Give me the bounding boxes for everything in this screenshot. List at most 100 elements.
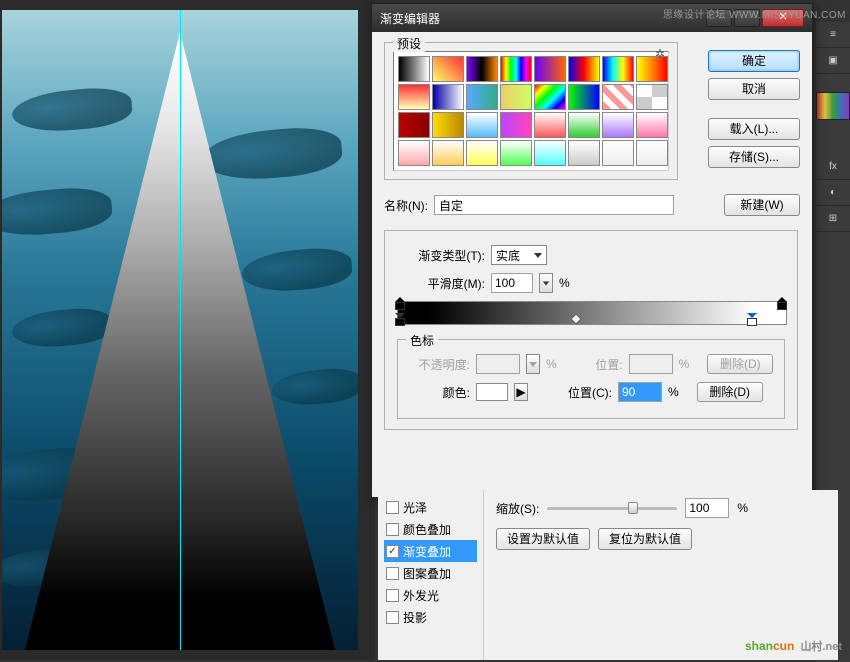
document-canvas[interactable] <box>2 10 358 650</box>
checkbox[interactable]: ✓ <box>386 545 399 558</box>
checkbox[interactable] <box>386 589 399 602</box>
chevron-down-icon <box>534 253 542 258</box>
style-item[interactable]: 光泽 <box>384 496 477 518</box>
preset-swatch[interactable] <box>432 112 464 138</box>
gradient-editor-dialog: 渐变编辑器 ✕ 预设 ✲ 确定 取消 载入(L)... 存储(S)... 名称(… <box>371 3 813 498</box>
preset-swatch-grid[interactable] <box>393 51 669 171</box>
cancel-button[interactable]: 取消 <box>708 78 800 100</box>
preset-swatch[interactable] <box>398 56 430 82</box>
opacity-stop-right[interactable] <box>777 297 787 307</box>
style-item-label: 颜色叠加 <box>403 521 451 538</box>
style-item[interactable]: 投影 <box>384 606 477 628</box>
position1-label: 位置: <box>575 356 623 373</box>
preset-swatch[interactable] <box>500 56 532 82</box>
gradient-bar[interactable] <box>397 301 785 325</box>
style-item[interactable]: ✓渐变叠加 <box>384 540 477 562</box>
scale-slider[interactable] <box>547 507 677 510</box>
preset-swatch[interactable] <box>398 84 430 110</box>
sidebar-icon[interactable]: ▣ <box>816 48 850 74</box>
delete-color-stop-button[interactable]: 删除(D) <box>697 382 763 402</box>
checkbox[interactable] <box>386 567 399 580</box>
preset-swatch[interactable] <box>534 56 566 82</box>
color-stop-right[interactable] <box>747 313 759 327</box>
preset-swatch[interactable] <box>534 140 566 166</box>
style-item[interactable]: 外发光 <box>384 584 477 606</box>
checkbox[interactable] <box>386 501 399 514</box>
canvas-area <box>0 0 375 660</box>
name-label: 名称(N): <box>384 197 428 214</box>
opacity-label: 不透明度: <box>406 356 470 373</box>
sidebar-icon[interactable]: ⊞ <box>816 206 850 232</box>
preset-swatch[interactable] <box>500 140 532 166</box>
preset-swatch[interactable] <box>602 84 634 110</box>
scale-label: 缩放(S): <box>496 500 539 517</box>
gradient-type-label: 渐变类型(T): <box>397 247 485 264</box>
scale-input[interactable] <box>685 498 729 518</box>
preset-swatch[interactable] <box>568 112 600 138</box>
checkbox[interactable] <box>386 611 399 624</box>
color-picker-arrow[interactable]: ▶ <box>514 383 528 401</box>
preset-swatch[interactable] <box>398 140 430 166</box>
preset-swatch[interactable] <box>432 56 464 82</box>
preset-swatch[interactable] <box>568 56 600 82</box>
preset-swatch[interactable] <box>636 112 668 138</box>
smoothness-spinner[interactable] <box>539 273 553 293</box>
preset-swatch[interactable] <box>466 112 498 138</box>
slider-thumb[interactable] <box>628 502 638 514</box>
preset-swatch[interactable] <box>602 140 634 166</box>
gradient-type-value: 实底 <box>496 247 520 264</box>
preset-swatch[interactable] <box>398 112 430 138</box>
delete-opacity-stop-button: 删除(D) <box>707 354 773 374</box>
ok-button[interactable]: 确定 <box>708 50 800 72</box>
preset-swatch[interactable] <box>466 56 498 82</box>
sidebar-icon[interactable]: fx <box>816 154 850 180</box>
sidebar-swatch-strip[interactable] <box>816 92 850 120</box>
style-item[interactable]: 图案叠加 <box>384 562 477 584</box>
style-item-label: 图案叠加 <box>403 565 451 582</box>
style-item[interactable]: 颜色叠加 <box>384 518 477 540</box>
preset-swatch[interactable] <box>500 84 532 110</box>
preset-swatch[interactable] <box>568 84 600 110</box>
name-input[interactable] <box>434 195 674 215</box>
set-default-button[interactable]: 设置为默认值 <box>496 528 590 550</box>
presets-group: 预设 ✲ <box>384 42 678 180</box>
color-stop-left[interactable] <box>395 313 407 327</box>
preset-swatch[interactable] <box>534 112 566 138</box>
position1-unit: % <box>679 357 690 371</box>
sidebar-icon[interactable]: ◐ <box>816 180 850 206</box>
opacity-unit: % <box>546 357 557 371</box>
opacity-stop-left[interactable] <box>395 297 405 307</box>
preset-swatch[interactable] <box>432 140 464 166</box>
checkbox[interactable] <box>386 523 399 536</box>
preset-swatch[interactable] <box>636 84 668 110</box>
color-stops-group: 色标 不透明度: % 位置: % 删除(D) 颜色: ▶ 位置(C): <box>397 339 785 419</box>
position2-unit: % <box>668 385 679 399</box>
sidebar-icon[interactable]: ≡ <box>816 22 850 48</box>
load-button[interactable]: 载入(L)... <box>708 118 800 140</box>
new-button[interactable]: 新建(W) <box>724 194 800 216</box>
preset-swatch[interactable] <box>500 112 532 138</box>
gradient-type-select[interactable]: 实底 <box>491 245 547 265</box>
reset-default-button[interactable]: 复位为默认值 <box>598 528 692 550</box>
preset-swatch[interactable] <box>602 112 634 138</box>
preset-swatch[interactable] <box>466 140 498 166</box>
position2-input[interactable] <box>618 382 662 402</box>
smoothness-label: 平滑度(M): <box>397 275 485 292</box>
style-effects-list: 光泽颜色叠加 ✓渐变叠加图案叠加外发光投影 <box>378 490 484 660</box>
color-swatch[interactable] <box>476 383 508 401</box>
preset-swatch[interactable] <box>534 84 566 110</box>
opacity-spinner <box>526 354 540 374</box>
gear-icon[interactable]: ✲ <box>655 47 669 61</box>
preset-swatch[interactable] <box>466 84 498 110</box>
gradient-type-group: 渐变类型(T): 实底 平滑度(M): % <box>384 230 798 430</box>
scale-unit: % <box>737 501 748 515</box>
save-button[interactable]: 存储(S)... <box>708 146 800 168</box>
smoothness-input[interactable] <box>491 273 533 293</box>
style-item-label: 外发光 <box>403 587 439 604</box>
preset-swatch[interactable] <box>568 140 600 166</box>
preset-swatch[interactable] <box>432 84 464 110</box>
style-item-label: 光泽 <box>403 499 427 516</box>
preset-swatch[interactable] <box>602 56 634 82</box>
guide-vertical[interactable] <box>180 10 181 650</box>
preset-swatch[interactable] <box>636 140 668 166</box>
